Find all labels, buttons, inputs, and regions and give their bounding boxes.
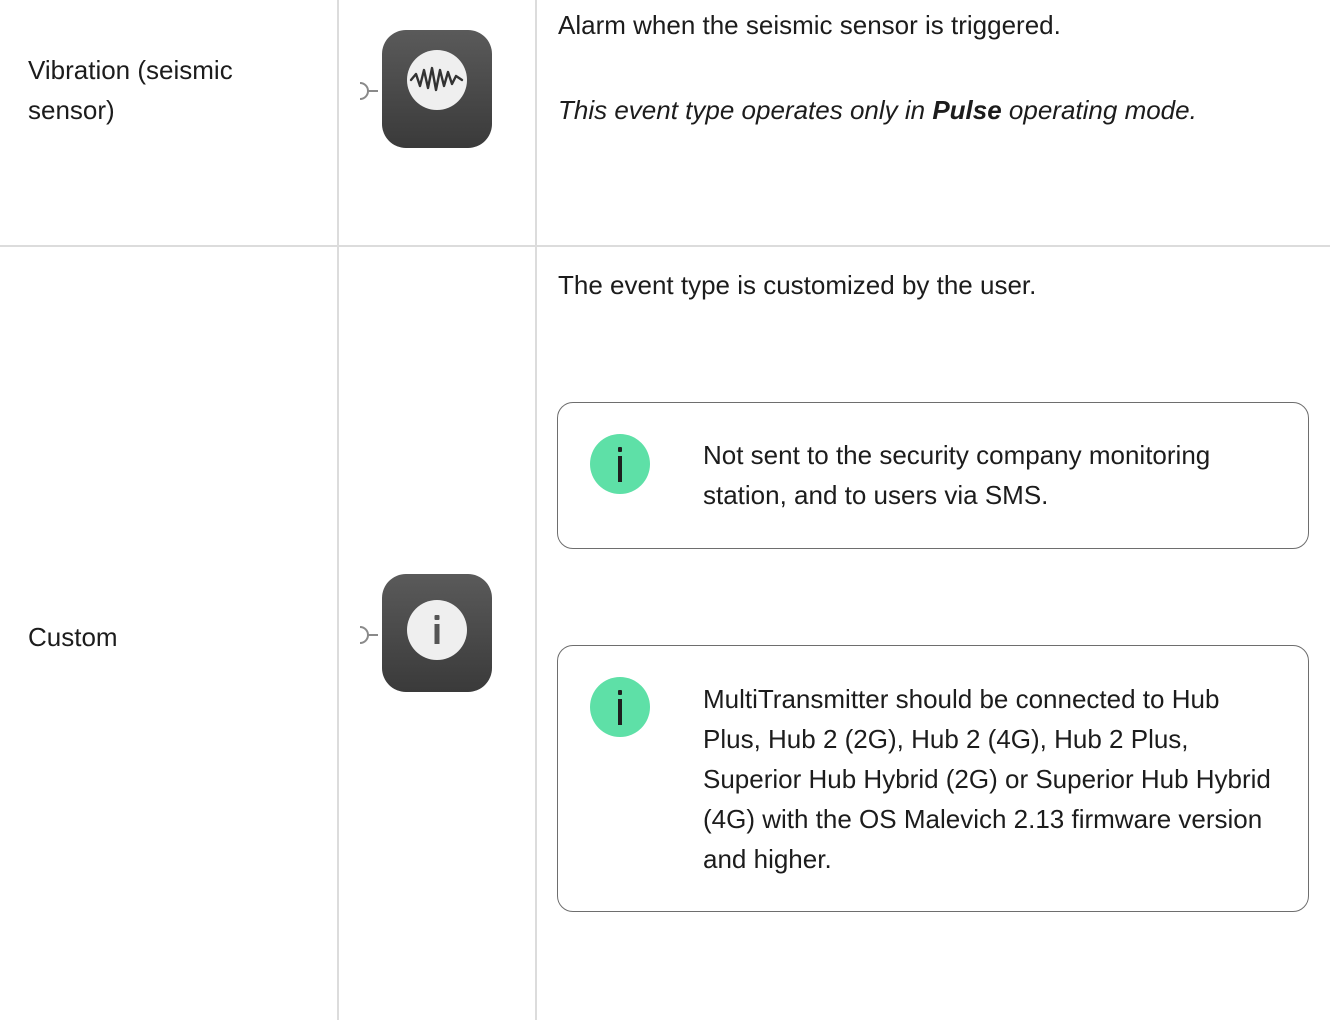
- mode-name: Pulse: [932, 95, 1002, 125]
- info-note: Not sent to the security company monitor…: [557, 402, 1309, 549]
- info-icon: [590, 677, 650, 737]
- event-types-table: Vibration (seismic sensor) Alarm when th…: [0, 0, 1330, 1020]
- info-note: MultiTransmitter should be connected to …: [557, 645, 1309, 912]
- operating-mode-note: This event type operates only in Pulse o…: [558, 90, 1298, 130]
- row-divider: [0, 245, 1330, 247]
- info-icon: [382, 574, 492, 692]
- column-divider: [337, 0, 339, 1020]
- event-label: Custom: [28, 622, 118, 652]
- column-divider: [535, 0, 537, 1020]
- seismic-wave-icon: [382, 30, 492, 148]
- info-note-text: MultiTransmitter should be connected to …: [703, 684, 1271, 874]
- mode-note-prefix: This event type operates only in: [558, 95, 933, 125]
- info-note-text: Not sent to the security company monitor…: [703, 440, 1211, 510]
- event-description: The event type is customized by the user…: [558, 270, 1037, 300]
- mode-note-suffix: operating mode.: [1001, 95, 1197, 125]
- event-label: Vibration (seismic sensor): [28, 55, 233, 125]
- event-description: Alarm when the seismic sensor is trigger…: [558, 10, 1061, 40]
- info-icon: [590, 434, 650, 494]
